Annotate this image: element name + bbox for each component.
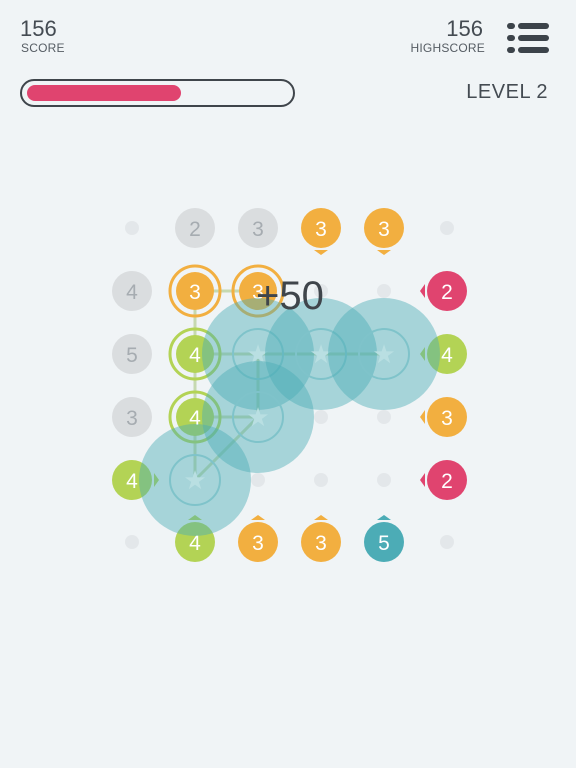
empty-dot xyxy=(125,535,139,549)
tile-value: 2 xyxy=(441,470,453,493)
right-column-tile[interactable]: 3 xyxy=(420,397,467,437)
bottom-row-tile[interactable]: 5 xyxy=(364,515,404,562)
empty-dot xyxy=(125,221,139,235)
tile-value: 3 xyxy=(378,218,390,241)
tile-value: 2 xyxy=(441,281,453,304)
left-column-tile[interactable]: 4 xyxy=(112,271,152,311)
empty-dot xyxy=(377,410,391,424)
empty-dot xyxy=(377,473,391,487)
left-column-tile[interactable]: 5 xyxy=(112,334,152,374)
empty-dot xyxy=(314,473,328,487)
right-column-tile[interactable]: 2 xyxy=(420,271,467,311)
empty-dot xyxy=(251,473,265,487)
tile-value: 4 xyxy=(189,344,201,367)
left-column-tile[interactable]: 3 xyxy=(112,397,152,437)
direction-pointer-icon xyxy=(420,284,425,298)
tile-value: 4 xyxy=(441,344,453,367)
empty-dot xyxy=(377,284,391,298)
direction-pointer-icon xyxy=(420,410,425,424)
top-row-tile[interactable]: 3 xyxy=(238,208,278,248)
top-row-tile[interactable]: 2 xyxy=(175,208,215,248)
star-icon: ★ xyxy=(372,340,395,370)
top-row-tile[interactable]: 3 xyxy=(364,208,404,255)
game-board: 2 3 3 3453424324 3 3 53 344★ ★ ★★★ xyxy=(112,208,467,562)
bottom-row-tile[interactable]: 3 xyxy=(301,515,341,562)
direction-pointer-icon xyxy=(314,515,328,520)
tile-value: 4 xyxy=(126,470,138,493)
top-row-tile[interactable]: 3 xyxy=(301,208,341,255)
star-icon: ★ xyxy=(183,466,206,496)
direction-pointer-icon xyxy=(420,473,425,487)
empty-dot xyxy=(314,410,328,424)
direction-pointer-icon xyxy=(251,515,265,520)
tile-value: 3 xyxy=(252,532,264,555)
empty-dot xyxy=(440,535,454,549)
tile-value: 4 xyxy=(126,281,138,304)
direction-pointer-icon xyxy=(377,250,391,255)
tile-value: 3 xyxy=(189,281,201,304)
right-column-tile[interactable]: 2 xyxy=(420,460,467,500)
tile-value: 2 xyxy=(189,218,201,241)
empty-dot xyxy=(440,221,454,235)
tile-value: 3 xyxy=(315,218,327,241)
tile-value: 3 xyxy=(126,407,138,430)
tile-value: 5 xyxy=(126,344,138,367)
bottom-row-tile[interactable]: 3 xyxy=(238,515,278,562)
direction-pointer-icon xyxy=(314,250,328,255)
star-icon: ★ xyxy=(246,403,269,433)
direction-pointer-icon xyxy=(377,515,391,520)
tile-value: 5 xyxy=(378,532,390,555)
score-popup: +50 xyxy=(256,274,324,318)
tile-value: 3 xyxy=(252,218,264,241)
ring-tile[interactable]: 3 xyxy=(168,264,222,318)
tile-value: 3 xyxy=(441,407,453,430)
tile-value: 3 xyxy=(315,532,327,555)
